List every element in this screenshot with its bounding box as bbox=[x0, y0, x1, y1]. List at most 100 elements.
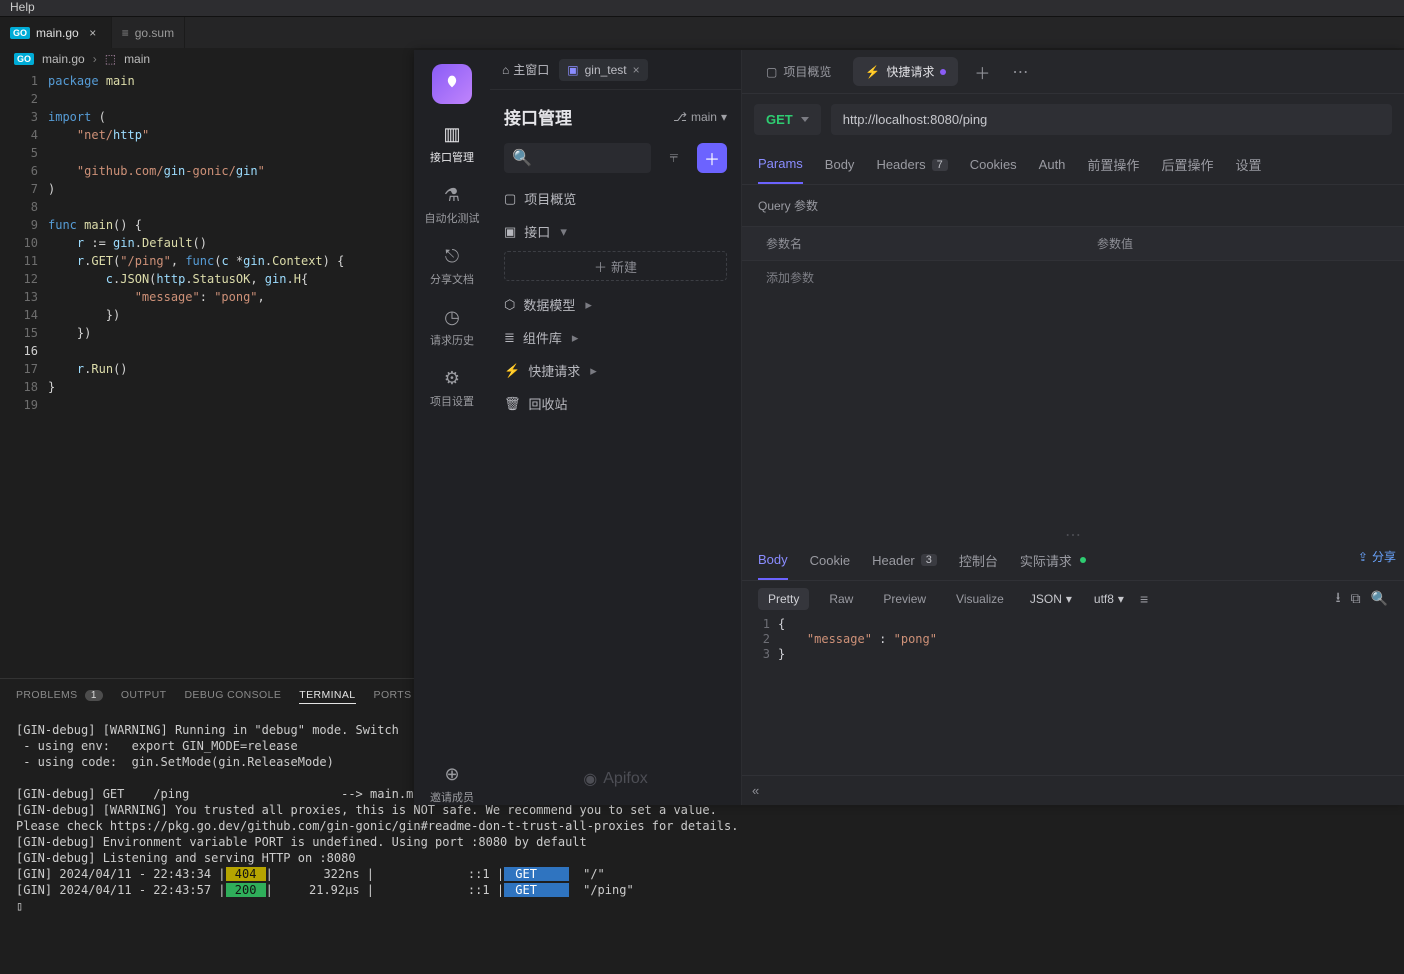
more-tabs-button[interactable]: ⋯ bbox=[1006, 56, 1034, 88]
tab-label: main.go bbox=[36, 26, 79, 40]
flask-icon: ⚗ bbox=[444, 185, 460, 206]
cube-icon: ⬡ bbox=[504, 297, 515, 313]
chevron-down-icon: ▾ bbox=[560, 224, 567, 240]
tree-trash[interactable]: 🗑 回收站 bbox=[504, 394, 727, 413]
request-row: GET http://localhost:8080/ping bbox=[742, 94, 1404, 145]
json-code[interactable]: { "message" : "pong" } bbox=[778, 617, 937, 662]
chevron-right-icon: › bbox=[93, 52, 97, 66]
format-select[interactable]: JSON ▾ bbox=[1024, 588, 1078, 610]
url-input[interactable]: http://localhost:8080/ping bbox=[831, 104, 1392, 135]
project-tab[interactable]: ▣ gin_test × bbox=[559, 59, 647, 81]
tab-project-overview[interactable]: ▢ 项目概览 bbox=[754, 57, 843, 86]
subtab-body[interactable]: Body bbox=[825, 145, 855, 184]
response-subtabs: Body Cookie Header 3 控制台 实际请求 bbox=[742, 541, 1404, 581]
encoding-select[interactable]: utf8 ▾ bbox=[1088, 588, 1130, 610]
tab-quick-request[interactable]: ⚡ 快捷请求 bbox=[853, 57, 958, 86]
rail-project-settings[interactable]: ⚙ 项目设置 bbox=[430, 368, 474, 409]
subtab-auth[interactable]: Auth bbox=[1039, 145, 1066, 184]
tab-debug-console[interactable]: DEBUG CONSOLE bbox=[184, 689, 281, 704]
breadcrumb-file[interactable]: main.go bbox=[42, 52, 85, 66]
method-selector[interactable]: GET bbox=[754, 104, 821, 135]
tab-go-sum[interactable]: ≡ go.sum bbox=[112, 17, 185, 48]
params-add-row[interactable]: 添加参数 bbox=[742, 260, 1404, 294]
add-button[interactable]: ＋ bbox=[697, 143, 727, 173]
rail-history[interactable]: ◷ 请求历史 bbox=[430, 307, 474, 348]
subtab-settings[interactable]: 设置 bbox=[1235, 145, 1261, 184]
filter-button[interactable]: ⫧ bbox=[659, 143, 689, 173]
collapse-button[interactable]: « bbox=[742, 775, 1404, 805]
menubar: Help bbox=[0, 0, 1404, 16]
apifox-window-tabs: ⌂ 主窗口 ▣ gin_test × bbox=[490, 50, 741, 90]
search-icon[interactable]: 🔍 bbox=[1371, 590, 1388, 607]
tree-quick-request[interactable]: ⚡ 快捷请求 ▸ bbox=[504, 361, 727, 380]
chevron-right-icon: ▸ bbox=[590, 363, 597, 379]
gear-icon: ⚙ bbox=[444, 368, 460, 389]
restab-header[interactable]: Header 3 bbox=[872, 541, 937, 580]
pane-divider[interactable]: ⋯ bbox=[742, 529, 1404, 541]
sidebar-title: 接口管理 bbox=[504, 104, 572, 129]
copy-icon[interactable]: ⧉ bbox=[1351, 590, 1361, 607]
apifox-rail: ▥ 接口管理 ⚗ 自动化测试 ⎋ 分享文档 ◷ 请求历史 ⚙ 项目设置 ⊕ 邀请… bbox=[414, 50, 490, 805]
apifox-window: ▥ 接口管理 ⚗ 自动化测试 ⎋ 分享文档 ◷ 请求历史 ⚙ 项目设置 ⊕ 邀请… bbox=[414, 50, 1404, 805]
share-icon: ⎋ bbox=[445, 246, 459, 267]
chevron-down-icon: ▾ bbox=[721, 110, 727, 124]
tab-main-go[interactable]: GO main.go × bbox=[0, 17, 112, 48]
view-raw[interactable]: Raw bbox=[819, 588, 863, 610]
user-plus-icon: ⊕ bbox=[444, 764, 459, 785]
rail-invite[interactable]: ⊕ 邀请成员 bbox=[430, 764, 474, 805]
filter-icon: ⫧ bbox=[669, 149, 678, 167]
restab-actual[interactable]: 实际请求 bbox=[1020, 541, 1086, 580]
apifox-logo[interactable] bbox=[432, 64, 472, 104]
subtab-post[interactable]: 后置操作 bbox=[1161, 145, 1213, 184]
branch-selector[interactable]: ⎇ main ▾ bbox=[673, 110, 727, 124]
tree-api-root[interactable]: ▣ 接口 ▾ bbox=[504, 222, 727, 241]
chevron-right-icon: ▸ bbox=[585, 297, 592, 313]
wrap-icon[interactable]: ≡ bbox=[1140, 591, 1148, 607]
editor-tabs: GO main.go × ≡ go.sum bbox=[0, 16, 1404, 48]
view-visualize[interactable]: Visualize bbox=[946, 588, 1014, 610]
file-icon: ≡ bbox=[122, 26, 129, 40]
new-api-button[interactable]: ＋ 新建 bbox=[504, 251, 727, 281]
add-tab-button[interactable]: ＋ bbox=[968, 54, 996, 90]
subtab-params[interactable]: Params bbox=[758, 145, 803, 184]
plus-icon: ＋ bbox=[594, 257, 607, 276]
package-icon: ⬚ bbox=[105, 52, 116, 66]
tree-data-model[interactable]: ⬡ 数据模型 ▸ bbox=[504, 295, 727, 314]
tab-output[interactable]: OUTPUT bbox=[121, 689, 167, 704]
tab-ports[interactable]: PORTS bbox=[374, 689, 412, 704]
tab-problems[interactable]: PROBLEMS 1 bbox=[16, 689, 103, 704]
tree-components[interactable]: ≣ 组件库 ▸ bbox=[504, 328, 727, 347]
restab-cookie[interactable]: Cookie bbox=[810, 541, 850, 580]
rail-auto-test[interactable]: ⚗ 自动化测试 bbox=[425, 185, 480, 226]
overview-icon: ▢ bbox=[504, 191, 516, 207]
request-subtabs: Params Body Headers 7 Cookies Auth 前置操作 … bbox=[742, 145, 1404, 185]
apifox-logo-icon: ◉ bbox=[583, 769, 597, 789]
search-input[interactable]: 🔍 bbox=[504, 143, 651, 173]
add-param-placeholder[interactable]: 添加参数 bbox=[742, 261, 1073, 294]
main-tabs: ▢ 项目概览 ⚡ 快捷请求 ＋ ⋯ bbox=[742, 50, 1404, 94]
subtab-headers[interactable]: Headers 7 bbox=[876, 145, 947, 184]
restab-body[interactable]: Body bbox=[758, 541, 788, 580]
download-icon[interactable]: ⭳ bbox=[1336, 587, 1341, 611]
sidebar-search-row: 🔍 ⫧ ＋ bbox=[490, 137, 741, 179]
rail-share-docs[interactable]: ⎋ 分享文档 bbox=[430, 246, 474, 287]
breadcrumb-symbol[interactable]: main bbox=[124, 52, 150, 66]
restab-console[interactable]: 控制台 bbox=[959, 541, 998, 580]
view-pretty[interactable]: Pretty bbox=[758, 588, 809, 610]
close-icon[interactable]: × bbox=[85, 25, 101, 41]
tab-label: go.sum bbox=[135, 26, 174, 40]
subtab-cookies[interactable]: Cookies bbox=[970, 145, 1017, 184]
menu-help[interactable]: Help bbox=[10, 0, 35, 14]
calendar-icon: ▥ bbox=[443, 124, 460, 145]
rail-api-management[interactable]: ▥ 接口管理 bbox=[430, 124, 474, 165]
tab-terminal[interactable]: TERMINAL bbox=[299, 689, 355, 704]
trash-icon: 🗑 bbox=[504, 396, 521, 412]
subtab-pre[interactable]: 前置操作 bbox=[1087, 145, 1139, 184]
view-preview[interactable]: Preview bbox=[873, 588, 936, 610]
close-icon[interactable]: × bbox=[633, 63, 640, 77]
response-json[interactable]: 123 { "message" : "pong" } bbox=[742, 617, 1404, 662]
share-button[interactable]: ⇪ 分享 bbox=[1358, 548, 1396, 565]
tree-project-overview[interactable]: ▢ 项目概览 bbox=[504, 189, 727, 208]
home-tab[interactable]: ⌂ 主窗口 bbox=[502, 61, 549, 78]
params-header: 参数名 参数值 bbox=[742, 226, 1404, 260]
